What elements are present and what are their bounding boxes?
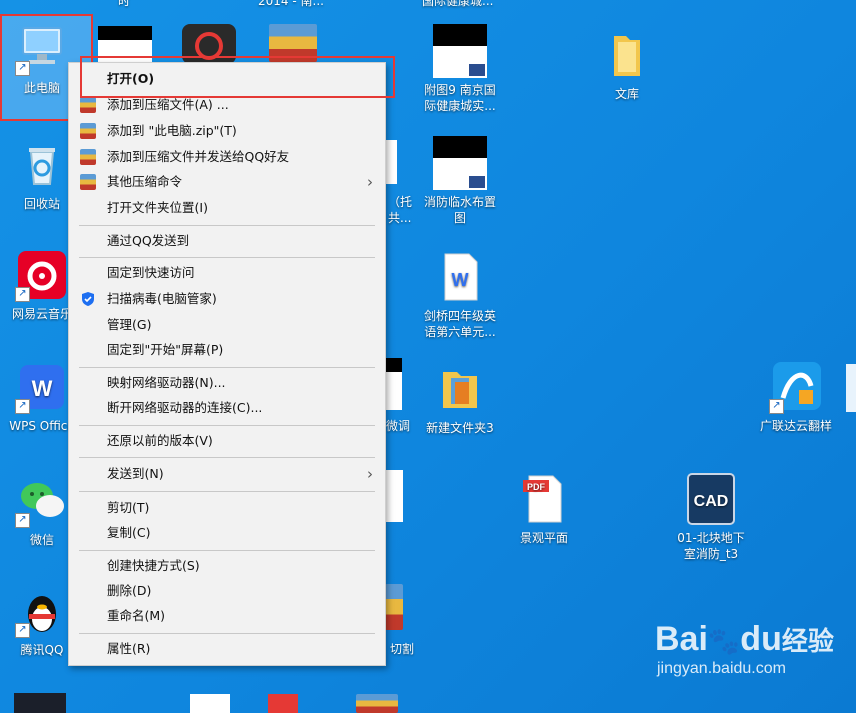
- icon-label: 消防临水布置 图: [423, 195, 496, 225]
- partial-label-top-2: 2014 - 南...: [258, 0, 324, 8]
- partial-archive-icon-bottom[interactable]: [356, 694, 398, 713]
- icon-label: 附图9 南京国 际健康城实...: [424, 83, 496, 113]
- icon-label: 新建文件夹3: [426, 421, 494, 435]
- icon-label: 剑桥四年级英 语第六单元...: [423, 309, 496, 339]
- menu-separator: [79, 257, 375, 258]
- svg-text:W: W: [452, 270, 469, 290]
- watermark-brand-2: du: [740, 620, 782, 658]
- icon-label: 广联达云翻样: [759, 419, 832, 433]
- menu-separator: [79, 225, 375, 226]
- watermark-brand: Bai: [655, 620, 708, 658]
- cad-icon: CAD: [684, 472, 738, 526]
- svg-text:CAD: CAD: [694, 493, 729, 510]
- image-thumbnail-icon: [433, 24, 487, 78]
- partial-document-icon-2[interactable]: [385, 470, 403, 522]
- menu-item-open-folder-location[interactable]: 打开文件夹位置(I): [69, 196, 385, 220]
- menu-item-restore-versions[interactable]: 还原以前的版本(V): [69, 429, 385, 453]
- winrar-icon: [80, 149, 96, 165]
- menu-item-cut[interactable]: 剪切(T): [69, 496, 385, 520]
- wechat-icon: ↗: [15, 474, 69, 528]
- winrar-icon: [80, 174, 96, 190]
- shortcut-arrow-icon: ↗: [15, 287, 30, 302]
- menu-separator: [79, 633, 375, 634]
- menu-item-properties[interactable]: 属性(R): [69, 637, 385, 661]
- svg-text:W: W: [32, 376, 53, 401]
- watermark-url: jingyan.baidu.com: [657, 660, 786, 677]
- menu-item-scan-virus[interactable]: 扫描病毒(电脑管家): [69, 287, 385, 311]
- menu-separator: [79, 550, 375, 551]
- menu-item-create-shortcut[interactable]: 创建快捷方式(S): [69, 554, 385, 578]
- icon-label: 01-北块地下 室消防_t3: [677, 531, 745, 561]
- shortcut-arrow-icon: ↗: [15, 61, 30, 76]
- icon-label: 景观平面: [519, 531, 568, 545]
- menu-item-pin-quick-access[interactable]: 固定到快速访问: [69, 261, 385, 285]
- partial-word-icon[interactable]: [190, 694, 230, 713]
- folder-icon: [600, 28, 654, 82]
- qq-penguin-icon: ↗: [15, 584, 69, 638]
- chevron-right-icon: ›: [367, 173, 373, 191]
- desktop-icon-glodon[interactable]: ↗ 广联达云翻样: [754, 360, 838, 434]
- desktop-icon-cad[interactable]: CAD 01-北块地下 室消防_t3: [669, 472, 753, 562]
- menu-separator: [79, 457, 375, 458]
- folder-icon: [433, 362, 487, 416]
- shortcut-arrow-icon: ↗: [769, 399, 784, 414]
- open-highlight-box: [80, 56, 395, 98]
- watermark-suffix: 经验: [781, 626, 834, 656]
- menu-item-manage[interactable]: 管理(G): [69, 313, 385, 337]
- menu-separator: [79, 367, 375, 368]
- paw-icon: 🐾: [707, 626, 741, 656]
- desktop-icon-fig9[interactable]: 附图9 南京国 际健康城实...: [418, 24, 502, 114]
- menu-item-copy[interactable]: 复制(C): [69, 521, 385, 545]
- menu-item-delete[interactable]: 删除(D): [69, 579, 385, 603]
- winrar-icon: [80, 97, 96, 113]
- desktop-icon-library[interactable]: 文库: [585, 28, 669, 102]
- context-menu: 打开(O) 添加到压缩文件(A) ... 添加到 "此电脑.zip"(T) 添加…: [68, 62, 386, 666]
- partial-label-top-1: 时: [118, 0, 131, 8]
- menu-item-map-drive[interactable]: 映射网络驱动器(N)...: [69, 371, 385, 395]
- menu-item-send-via-qq[interactable]: 通过QQ发送到: [69, 229, 385, 253]
- word-document-icon: W: [433, 250, 487, 304]
- computer-icon: ↗: [15, 22, 69, 76]
- menu-separator: [79, 425, 375, 426]
- partial-label-survey: 微调: [386, 419, 411, 433]
- icon-label: 文库: [614, 87, 639, 101]
- partial-archive-icon[interactable]: [385, 584, 403, 630]
- partial-document-thumbnail[interactable]: [385, 358, 402, 410]
- partial-app-icon-right[interactable]: [846, 364, 856, 412]
- desktop-icon-landscape-pdf[interactable]: PDF 景观平面: [502, 472, 586, 546]
- netease-music-icon: ↗: [15, 248, 69, 302]
- glodon-icon: ↗: [769, 360, 823, 414]
- winrar-icon: [80, 123, 96, 139]
- menu-item-other-compress[interactable]: 其他压缩命令 ›: [69, 170, 385, 194]
- shortcut-arrow-icon: ↗: [15, 623, 30, 638]
- partial-label-top-3: 国际健康城...: [422, 0, 494, 8]
- menu-item-pin-start[interactable]: 固定到"开始"屏幕(P): [69, 338, 385, 362]
- image-thumbnail-icon: [433, 136, 487, 190]
- partial-app-icon[interactable]: [14, 693, 66, 713]
- menu-item-send-to[interactable]: 发送到(N) ›: [69, 462, 385, 486]
- shortcut-arrow-icon: ↗: [15, 399, 30, 414]
- menu-item-disconnect-drive[interactable]: 断开网络驱动器的连接(C)...: [69, 396, 385, 420]
- menu-separator: [79, 491, 375, 492]
- pdf-icon: PDF: [517, 472, 571, 526]
- wps-icon: W ↗: [15, 360, 69, 414]
- desktop-icon-cambridge[interactable]: W 剑桥四年级英 语第六单元...: [418, 250, 502, 340]
- partial-label-cut: 切割: [390, 642, 415, 656]
- partial-label-trust: （托 共...: [388, 195, 413, 225]
- menu-item-rename[interactable]: 重命名(M): [69, 604, 385, 628]
- partial-document-icon[interactable]: [385, 140, 397, 184]
- desktop-icon-new-folder3[interactable]: 新建文件夹3: [418, 362, 502, 436]
- baidu-watermark: Bai🐾du经验 jingyan.baidu.com: [655, 620, 834, 678]
- shield-icon: [80, 291, 96, 307]
- menu-item-archive-send-qq[interactable]: 添加到压缩文件并发送给QQ好友: [69, 145, 385, 169]
- recycle-bin-icon: [15, 138, 69, 192]
- chevron-right-icon: ›: [367, 465, 373, 483]
- shortcut-arrow-icon: ↗: [15, 513, 30, 528]
- partial-pdf-icon[interactable]: [268, 694, 298, 713]
- svg-text:PDF: PDF: [527, 482, 546, 492]
- menu-item-add-to-zip[interactable]: 添加到 "此电脑.zip"(T): [69, 119, 385, 143]
- desktop-icon-fire-plan[interactable]: 消防临水布置 图: [418, 136, 502, 226]
